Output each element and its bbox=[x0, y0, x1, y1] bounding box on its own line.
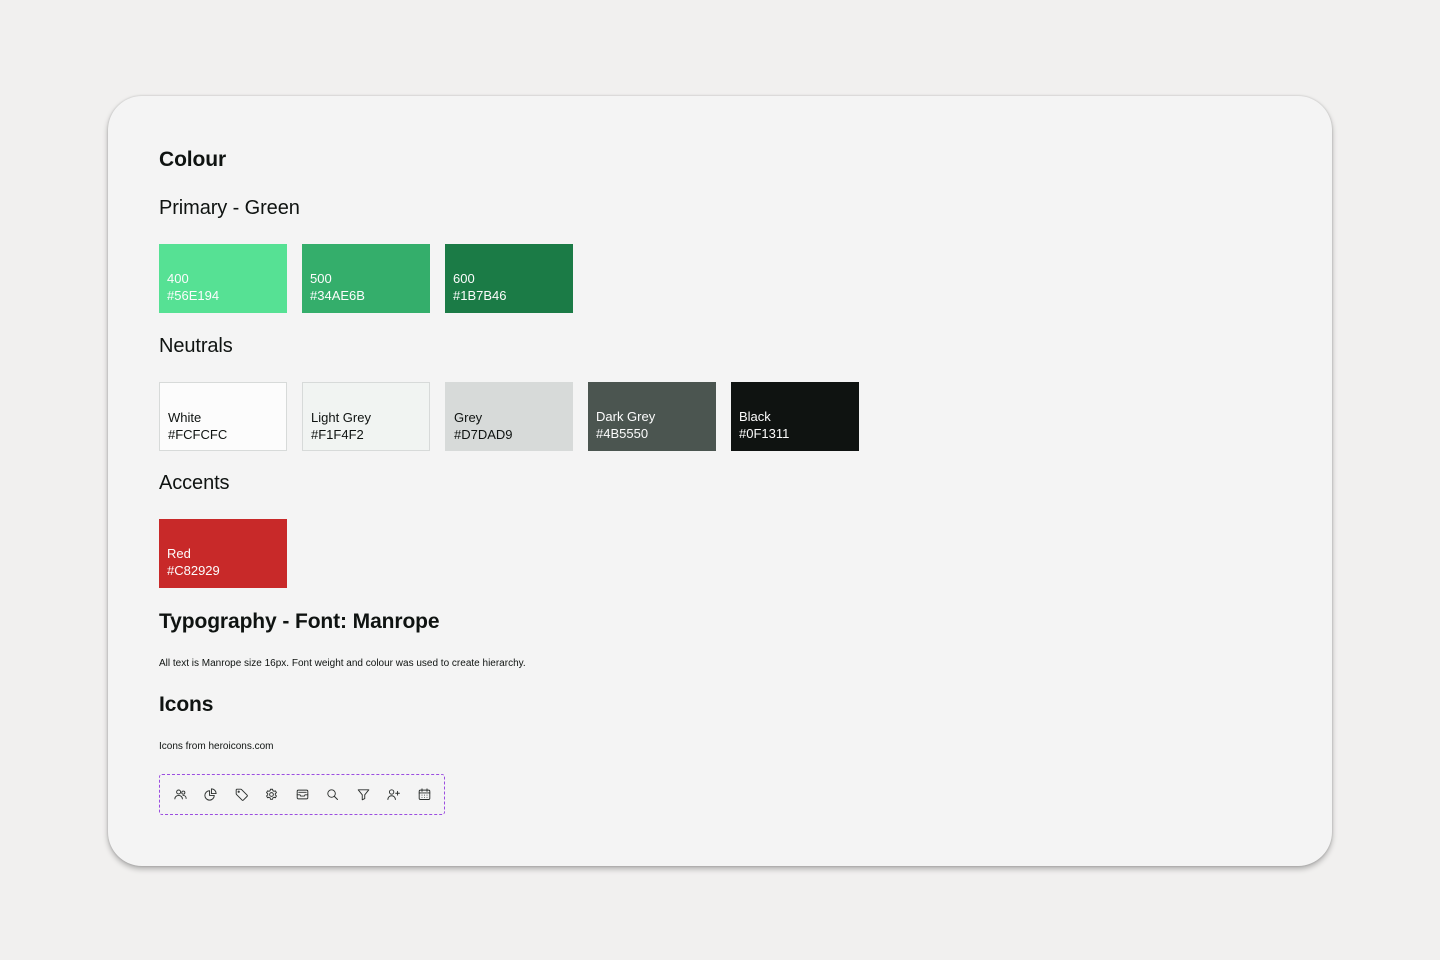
swatch-dark-grey: Dark Grey #4B5550 bbox=[588, 382, 716, 451]
icons-source: Icons from heroicons.com bbox=[159, 741, 274, 752]
swatch-label: 400 bbox=[167, 271, 189, 286]
neutrals-heading: Neutrals bbox=[159, 335, 233, 357]
inbox-icon bbox=[294, 786, 310, 802]
cog-icon bbox=[264, 786, 280, 802]
swatch-red: Red #C82929 bbox=[159, 519, 287, 588]
swatch-grey: Grey #D7DAD9 bbox=[445, 382, 573, 451]
users-icon bbox=[172, 786, 188, 802]
swatch-label: 600 bbox=[453, 271, 475, 286]
swatch-label: Dark Grey bbox=[596, 409, 656, 424]
filter-icon bbox=[355, 786, 371, 802]
icons-heading: Icons bbox=[159, 693, 214, 716]
swatch-white: White #FCFCFC bbox=[159, 382, 287, 451]
swatch-label: Black bbox=[739, 409, 771, 424]
calendar-icon bbox=[416, 786, 432, 802]
swatch-label: Red bbox=[167, 546, 191, 561]
swatch-label: White bbox=[168, 410, 202, 425]
swatch-primary-600: 600 #1B7B46 bbox=[445, 244, 573, 313]
swatch-black: Black #0F1311 bbox=[731, 382, 859, 451]
swatch-primary-500: 500 #34AE6B bbox=[302, 244, 430, 313]
swatch-label: 500 bbox=[310, 271, 332, 286]
swatch-hex: #C82929 bbox=[167, 563, 220, 578]
typography-heading: Typography - Font: Manrope bbox=[159, 610, 440, 633]
user-add-icon bbox=[386, 786, 402, 802]
swatch-label: Light Grey bbox=[311, 410, 371, 425]
tag-icon bbox=[233, 786, 249, 802]
icons-row bbox=[159, 774, 445, 815]
swatch-hex: #4B5550 bbox=[596, 426, 649, 441]
swatch-hex: #0F1311 bbox=[739, 426, 790, 441]
swatch-hex: #D7DAD9 bbox=[454, 427, 513, 442]
accents-heading: Accents bbox=[159, 472, 230, 494]
typography-description: All text is Manrope size 16px. Font weig… bbox=[159, 658, 526, 669]
swatch-light-grey: Light Grey #F1F4F2 bbox=[302, 382, 430, 451]
swatch-primary-400: 400 #56E194 bbox=[159, 244, 287, 313]
swatch-hex: #34AE6B bbox=[310, 288, 365, 303]
swatch-hex: #F1F4F2 bbox=[311, 427, 364, 442]
search-icon bbox=[325, 786, 341, 802]
swatch-label: Grey bbox=[454, 410, 483, 425]
primary-heading: Primary - Green bbox=[159, 197, 300, 219]
colour-heading: Colour bbox=[159, 148, 227, 171]
style-guide-card: Colour Primary - Green 400 #56E194 500 #… bbox=[108, 96, 1332, 866]
swatch-hex: #56E194 bbox=[167, 288, 220, 303]
swatch-hex: #FCFCFC bbox=[168, 427, 228, 442]
swatch-hex: #1B7B46 bbox=[453, 288, 507, 303]
chart-pie-icon bbox=[203, 786, 219, 802]
